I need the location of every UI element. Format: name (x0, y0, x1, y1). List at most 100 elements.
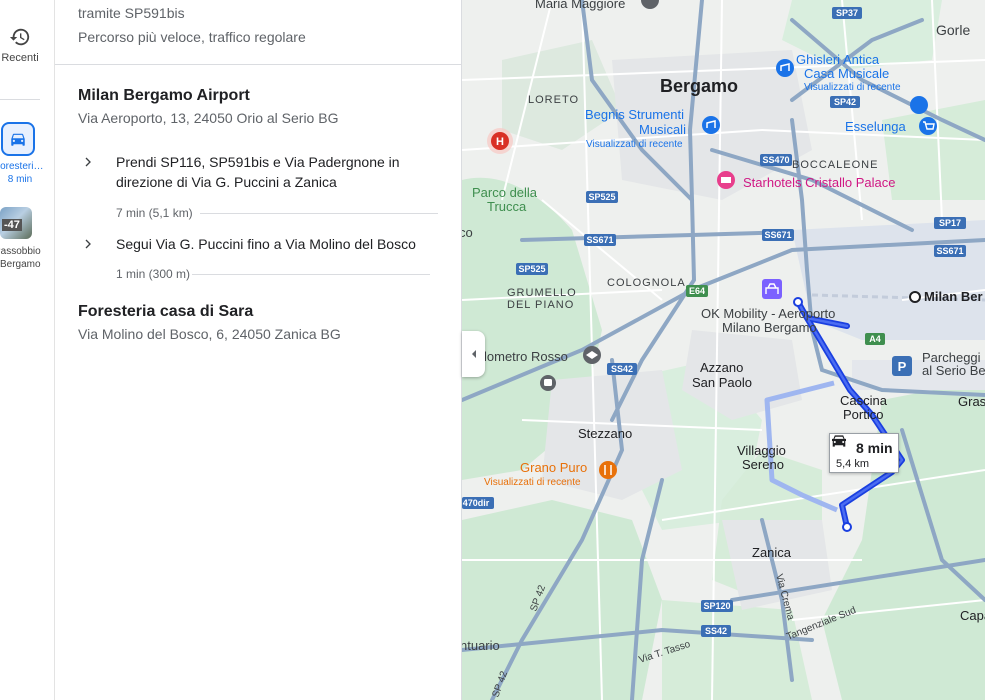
esselunga-label: Esselunga (845, 119, 906, 134)
destination-address: Via Molino del Bosco, 6, 24050 Zanica BG (78, 326, 341, 342)
grano-puro-label: Grano Puro (520, 460, 587, 475)
starhotels-label: Starhotels Cristallo Palace (743, 175, 895, 190)
origin-address: Via Aeroporto, 13, 24050 Orio al Serio B… (78, 110, 339, 126)
svg-text:H: H (496, 136, 504, 148)
eta-time: 8 min (856, 440, 893, 456)
ghisleri-sub-label: Visualizzati di recente (804, 82, 901, 93)
saved-place-label-line1: Passobbio (0, 246, 41, 257)
parcheggi-label-2: al Serio Be (922, 363, 985, 378)
azzano-label-2: San Paolo (692, 375, 752, 390)
directions-panel: tramite SP591bis Percorso più veloce, tr… (55, 0, 462, 700)
kilometro-rosso-label: lometro Rosso (484, 349, 568, 364)
map-canvas[interactable]: SP37 SP42 SS470 SP525 SP17 SS671 SS671 S… (462, 0, 985, 700)
loreto-label: LORETO (528, 94, 579, 106)
left-rail: Recenti Foresteri… 8 min -47 Passobbio B… (0, 0, 55, 700)
begnis-sub-label: Visualizzati di recente (586, 139, 683, 150)
car-icon (832, 435, 846, 447)
azzano-label-1: Azzano (700, 360, 743, 375)
ok-mobility-label-2: Milano Bergamo (722, 320, 817, 335)
cascina-label-1: Cascina (840, 393, 888, 408)
step-meta: 7 min (5,1 km) (116, 206, 193, 220)
route-eta-callout[interactable]: 8 min 5,4 km (829, 433, 899, 473)
chevron-right-icon[interactable] (80, 154, 96, 170)
sp17-label: SP17 (939, 218, 961, 228)
ss42-label: SS42 (611, 364, 633, 374)
zanica-label: Zanica (752, 545, 792, 560)
e64-label: E64 (689, 286, 705, 296)
saved-place-thumbnail: -47 (0, 207, 32, 239)
active-trip-time: 8 min (7, 174, 33, 185)
ss671-b-label: SS671 (764, 230, 791, 240)
map-view[interactable]: SP37 SP42 SS470 SP525 SP17 SS671 SS671 S… (462, 0, 985, 700)
ss42-bot-label: SS42 (705, 626, 727, 636)
panel-divider (55, 64, 462, 65)
svg-text:P: P (898, 359, 907, 374)
saved-place-badge: -47 (2, 219, 22, 231)
ghisleri-label-2: Casa Musicale (804, 66, 889, 81)
gorle-label: Gorle (936, 22, 970, 38)
step-instruction: Prendi SP116, SP591bis e Via Padergnone … (116, 154, 400, 190)
collapse-panel-button[interactable] (462, 331, 485, 377)
maria-maggiore-label: Maria Maggiore (535, 0, 625, 11)
villaggio-label-2: Sereno (742, 457, 784, 472)
villaggio-label-1: Villaggio (737, 443, 786, 458)
gras-label: Gras (958, 394, 985, 409)
step-divider (192, 274, 430, 275)
active-trip-box (1, 122, 35, 156)
grano-sub-label: Visualizzati di recente (484, 477, 581, 488)
step-instruction: Segui Via G. Puccini fino a Via Molino d… (116, 236, 416, 252)
route-summary: Percorso più veloce, traffico regolare (78, 29, 306, 45)
ok-mobility-label-1: OK Mobility - Aeroporto (701, 306, 835, 321)
chevron-left-icon (471, 350, 476, 358)
ss470dir-label: 470dir (463, 498, 490, 508)
music-store-icon (776, 59, 794, 77)
ss671-c-label: SS671 (936, 246, 963, 256)
grumello-label-2: DEL PIANO (507, 299, 574, 311)
stezzano-label: Stezzano (578, 426, 632, 441)
route-via-text: tramite SP591bis (78, 5, 185, 21)
destination-name[interactable]: Foresteria casa di Sara (78, 303, 253, 321)
rail-divider (0, 99, 40, 100)
origin-name[interactable]: Milan Bergamo Airport (78, 87, 250, 105)
ntuario-label: ntuario (462, 638, 500, 653)
co-label: co (462, 225, 473, 240)
origin-marker (909, 291, 921, 303)
sp37-label: SP37 (836, 8, 858, 18)
saved-place-label-line2: Bergamo (0, 259, 41, 270)
music-store-icon (702, 116, 720, 134)
car-rental-icon (762, 279, 782, 299)
car-icon (11, 133, 25, 146)
ss671-a-label: SS671 (586, 235, 613, 245)
direction-step[interactable]: Segui Via G. Puccini fino a Via Molino d… (80, 234, 440, 284)
ghisleri-label-1: Ghisleri Antica (796, 52, 880, 67)
sp525-top-label: SP525 (588, 192, 615, 202)
begnis-label-1: Begnis Strumenti (585, 107, 684, 122)
parco-label-2: Trucca (487, 199, 527, 214)
sp525-bot-label: SP525 (518, 264, 545, 274)
step-meta: 1 min (300 m) (116, 267, 191, 281)
boccaleone-label: BOCCALEONE (792, 159, 878, 171)
history-icon (9, 28, 30, 46)
bergamo-label: Bergamo (660, 76, 738, 96)
eta-distance: 5,4 km (836, 458, 870, 470)
recent-label: Recenti (1, 52, 39, 64)
restaurant-icon (599, 461, 617, 479)
chevron-right-icon[interactable] (80, 236, 96, 252)
sp120-label: SP120 (703, 601, 730, 611)
parco-label-1: Parco della (472, 185, 538, 200)
begnis-label-2: Musicali (639, 122, 686, 137)
capa-label: Capa (960, 608, 985, 623)
milan-ber-label: Milan Ber (924, 289, 983, 304)
step-divider (200, 213, 438, 214)
direction-step[interactable]: Prendi SP116, SP591bis e Via Padergnone … (80, 152, 440, 222)
cascina-label-2: Portico (843, 407, 883, 422)
active-trip-label: Foresteri… (0, 161, 44, 172)
active-trip-item[interactable]: Foresteri… 8 min (0, 122, 44, 185)
ss470-label: SS470 (762, 155, 789, 165)
recent-button[interactable]: Recenti (0, 26, 40, 64)
colognola-label: COLOGNOLA (607, 277, 686, 289)
sp42-top-label: SP42 (834, 97, 856, 107)
saved-place-item[interactable]: -47 Passobbio Bergamo (0, 207, 41, 270)
grumello-label-1: GRUMELLO (507, 287, 577, 299)
place-marker-icon (910, 96, 928, 114)
